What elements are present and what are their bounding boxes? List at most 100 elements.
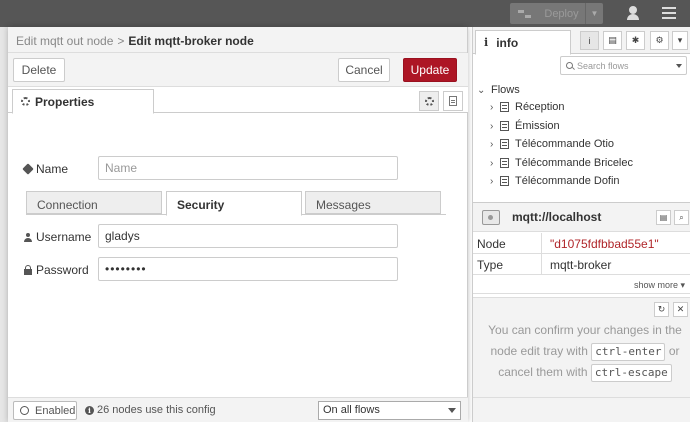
gear-icon — [21, 97, 30, 106]
search-placeholder: Search flows — [577, 60, 629, 71]
list-item[interactable]: › Émission — [473, 117, 690, 135]
deploy-label: Deploy — [544, 7, 579, 20]
cancel-button[interactable]: Cancel — [338, 58, 390, 82]
tray-toolbar: Delete Cancel Update — [8, 53, 468, 87]
edit-tray: Edit mqtt out node > Edit mqtt-broker node… — [8, 27, 468, 422]
config-tab-button[interactable]: ⚙ — [650, 31, 669, 50]
search-row: Search flows — [473, 54, 690, 78]
node-settings-tab-button[interactable] — [419, 91, 439, 111]
info-tab-button[interactable]: i — [580, 31, 599, 50]
toggle-circle-icon — [20, 406, 29, 415]
breadcrumb: Edit mqtt out node > Edit mqtt-broker node — [8, 27, 467, 53]
debug-tab-button[interactable]: ✱ — [626, 31, 645, 50]
properties-form: Name Connection Security Messages Userna… — [8, 114, 468, 397]
delete-button[interactable]: Delete — [13, 58, 65, 82]
chevron-right-icon: › — [490, 175, 494, 187]
chevron-down-icon — [676, 64, 682, 68]
node-info-table: Node "d1075fdfbbad55e1" Type mqtt-broker — [473, 233, 690, 275]
list-item[interactable]: › Télécommande Dofin — [473, 172, 690, 190]
info-icon: i — [85, 405, 94, 415]
scope-select[interactable]: On all flows — [318, 401, 461, 420]
bug-icon: ✱ — [631, 35, 640, 45]
gear-icon: ⚙ — [655, 35, 664, 45]
search-flows-input[interactable]: Search flows — [560, 56, 687, 75]
breadcrumb-current: Edit mqtt-broker node — [128, 34, 254, 48]
tab-properties-label: Properties — [35, 94, 95, 109]
flow-tree: ⌄ Flows › Réception › Émission › Télécom… — [473, 81, 690, 197]
deploy-button[interactable]: Deploy ▼ — [510, 3, 603, 24]
enabled-label: Enabled — [35, 404, 76, 417]
sidebar-menu-button[interactable]: ▾ — [672, 31, 688, 50]
tab-info[interactable]: i info — [475, 30, 571, 55]
refresh-button[interactable]: ↻ — [654, 302, 669, 317]
close-button[interactable]: ✕ — [673, 302, 688, 317]
chevron-right-icon: › — [490, 157, 494, 169]
node-help-button[interactable]: ▤ — [656, 210, 671, 225]
node-info-header: mqtt://localhost ▤ ⌕ — [473, 202, 690, 232]
user-icon[interactable] — [626, 6, 640, 20]
flow-label: Émission — [515, 120, 560, 132]
flows-label: Flows — [491, 84, 520, 96]
usage-text: 26 nodes use this config — [97, 404, 216, 416]
username-input[interactable] — [98, 224, 398, 248]
row-key: Node — [477, 237, 506, 251]
enabled-toggle[interactable]: Enabled — [13, 401, 77, 420]
chevron-right-icon: › — [490, 138, 494, 150]
deploy-menu-caret-icon[interactable]: ▼ — [585, 3, 603, 24]
node-title: mqtt://localhost — [512, 210, 602, 224]
tab-connection[interactable]: Connection — [26, 191, 162, 214]
row-value[interactable]: "d1075fdfbbad55e1" — [541, 233, 689, 254]
user-icon — [24, 232, 32, 242]
breadcrumb-parent[interactable]: Edit mqtt out node — [16, 34, 113, 48]
node-search-button[interactable]: ⌕ — [674, 210, 689, 225]
tab-info-label: info — [496, 35, 519, 50]
scope-value: On all flows — [323, 404, 380, 416]
show-more-link[interactable]: show more ▾ — [473, 277, 690, 294]
show-more-label: show more — [633, 280, 678, 290]
password-label: Password — [24, 263, 89, 277]
list-item[interactable]: › Télécommande Otio — [473, 135, 690, 153]
config-sub-tabs: Connection Security Messages — [26, 189, 446, 216]
deploy-icon — [518, 9, 532, 19]
flow-icon — [500, 121, 509, 131]
hamburger-menu-icon[interactable] — [662, 7, 676, 19]
name-input[interactable] — [98, 156, 398, 180]
usage-info: i 26 nodes use this config — [85, 404, 216, 416]
help-tab-button[interactable]: ▤ — [603, 31, 622, 50]
tab-security[interactable]: Security — [166, 191, 302, 216]
name-label: Name — [22, 162, 68, 176]
tab-messages[interactable]: Messages — [305, 191, 441, 214]
chevron-down-icon: ▾ — [677, 35, 683, 45]
flow-icon — [500, 176, 509, 186]
row-value: mqtt-broker — [541, 254, 689, 275]
info-icon: i — [484, 36, 489, 49]
tray-tabs: Properties — [8, 87, 468, 114]
lock-icon — [24, 265, 32, 275]
caret-down-icon: ▾ — [680, 280, 685, 290]
breadcrumb-separator: > — [117, 34, 125, 48]
list-item[interactable]: › Télécommande Bricelec — [473, 154, 690, 172]
list-item[interactable]: › Réception — [473, 98, 690, 116]
chevron-down-icon — [448, 408, 456, 413]
username-label: Username — [24, 230, 91, 244]
flow-label: Télécommande Otio — [515, 138, 615, 150]
gear-icon — [424, 96, 434, 106]
table-row: Type mqtt-broker — [473, 254, 690, 275]
update-button[interactable]: Update — [403, 58, 457, 82]
chevron-right-icon: › — [490, 120, 494, 132]
tab-properties[interactable]: Properties — [12, 89, 154, 114]
table-row: Node "d1075fdfbbad55e1" — [473, 233, 690, 254]
info-icon: i — [588, 35, 591, 46]
tree-root-flows[interactable]: ⌄ Flows — [473, 81, 690, 99]
document-icon — [449, 96, 457, 106]
description-tab-button[interactable] — [443, 91, 463, 111]
help-panel: ↻ ✕ You can confirm your changes in the … — [473, 297, 690, 397]
row-key: Type — [477, 258, 504, 272]
flow-label: Télécommande Dofin — [515, 175, 620, 187]
flow-icon — [500, 102, 509, 112]
password-input[interactable]: •••••••• — [98, 257, 398, 281]
kbd-cancel: ctrl-escape — [590, 364, 672, 382]
flow-icon — [500, 139, 509, 149]
flow-icon — [500, 158, 509, 168]
help-text: You can confirm your changes in the node… — [483, 320, 687, 383]
